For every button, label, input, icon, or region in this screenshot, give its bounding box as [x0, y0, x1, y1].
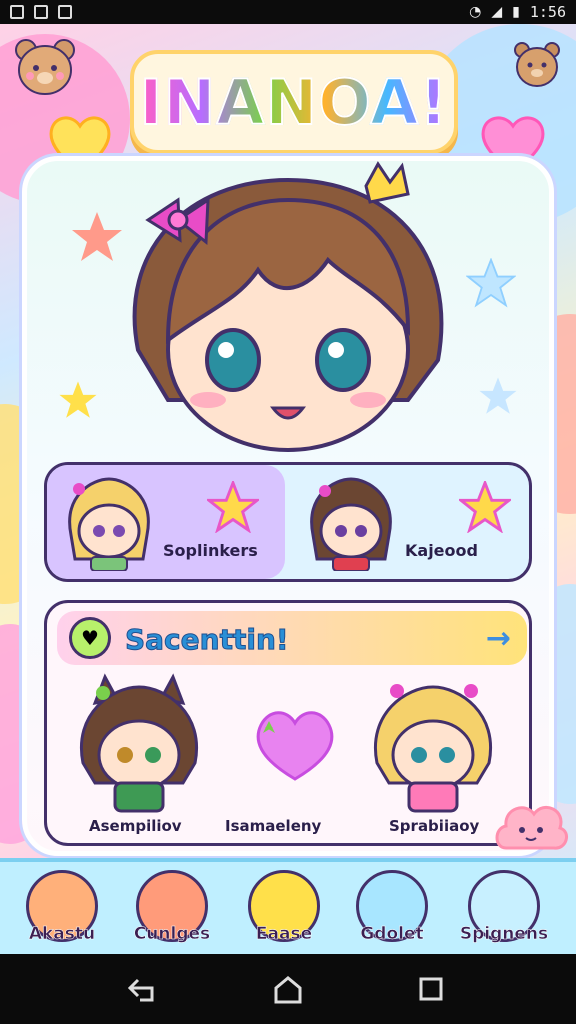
character-label: Isamaeleny [225, 817, 322, 835]
heart-pink-icon[interactable] [247, 703, 343, 783]
select-header[interactable]: ♥ Sacenttin! → [57, 611, 527, 665]
character-select-panel: ♥ Sacenttin! → Asempiliov Isamaeleny Spr… [44, 600, 532, 846]
arrow-right-icon[interactable]: → [486, 621, 511, 656]
clock: 1:56 [529, 3, 566, 21]
friend-avatar [310, 477, 392, 571]
app-title: INANOA! [138, 65, 449, 140]
nav-item-gdolet[interactable]: Gdolet [342, 866, 442, 956]
nav-label: Akastu [28, 924, 96, 945]
friend-card-2[interactable]: Kajeood [289, 465, 527, 579]
friend-name: Soplinkers [163, 541, 258, 560]
nav-item-spignens[interactable]: Spignens [454, 866, 554, 956]
lips-icon: ♥ [69, 617, 111, 659]
system-nav-bar [0, 954, 576, 1024]
character-label: Asempiliov [89, 817, 182, 835]
bottom-nav: Akastu Cunlges Eaase Gdolet Spignens [0, 858, 576, 954]
bear-sticker-left-icon [15, 39, 75, 95]
nav-item-akastu[interactable]: Akastu [12, 866, 112, 956]
cloud-mascot-icon [495, 806, 569, 850]
mail-icon [34, 5, 48, 19]
friend-card-1[interactable]: Soplinkers [47, 465, 285, 579]
bear-sticker-right-icon [514, 42, 560, 87]
signal-icon: ◢ [491, 4, 503, 20]
wifi-icon: ◔ [469, 4, 482, 20]
mascot-girl-illustration [132, 161, 444, 452]
character-option-3[interactable] [367, 673, 499, 813]
status-bar: ◔ ◢ ▮ 1:56 [0, 0, 576, 24]
nav-label: Spignens [459, 924, 549, 945]
nav-item-eaase[interactable]: Eaase [234, 866, 334, 956]
friend-name: Kajeood [405, 541, 478, 560]
star-icon [59, 381, 97, 418]
friend-avatar [68, 477, 150, 571]
battery-icon: ▮ [512, 4, 520, 20]
character-option-1[interactable] [73, 673, 205, 813]
character-label: Sprabiiaoy [389, 817, 480, 835]
home-icon[interactable] [272, 974, 304, 1006]
select-title: Sacenttin! [125, 623, 290, 657]
recents-icon[interactable] [418, 976, 444, 1002]
star-icon [479, 377, 517, 414]
nav-label: Cunlges [133, 924, 211, 945]
nav-label: Gdolet [360, 924, 424, 945]
photo-icon [58, 5, 72, 19]
friend-row: Soplinkers Kajeood [44, 462, 532, 582]
nav-label: Eaase [255, 924, 313, 945]
star-icon [207, 481, 259, 533]
star-icon [466, 258, 516, 308]
star-icon [459, 481, 511, 533]
title-plate: INANOA! [130, 50, 458, 154]
back-icon[interactable] [126, 976, 160, 1004]
gallery-icon [10, 5, 24, 19]
nav-item-cunlges[interactable]: Cunlges [122, 866, 222, 956]
